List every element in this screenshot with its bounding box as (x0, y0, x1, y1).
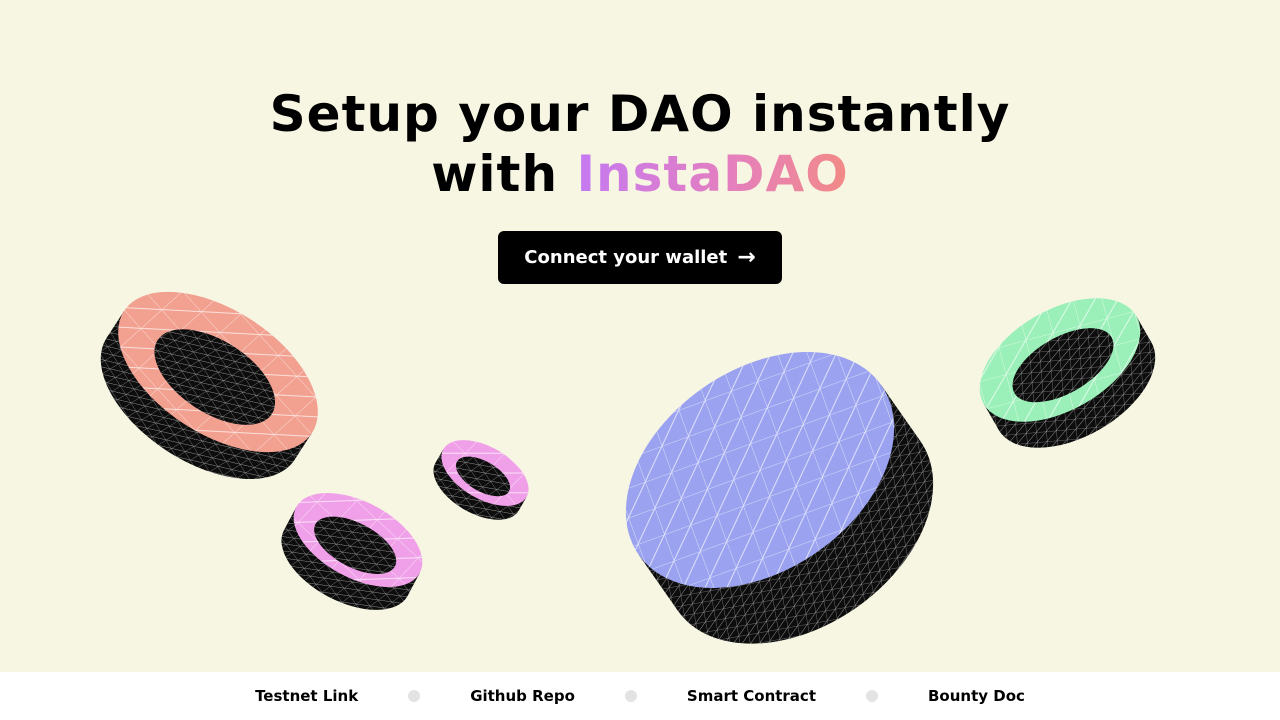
pink-ring-small-shape (433, 440, 529, 520)
salmon-ring-shape (100, 291, 318, 479)
brand-name: InstaDAO (576, 145, 849, 203)
hero-title-line1: Setup your DAO instantly (269, 85, 1011, 143)
arrow-right-icon: → (737, 244, 756, 270)
footer-link-bounty-doc[interactable]: Bounty Doc (928, 687, 1025, 705)
hero-title: Setup your DAO instantly with InstaDAO (0, 84, 1280, 204)
hero-title-with: with (431, 145, 577, 203)
blue-disc-shape (625, 352, 934, 644)
pink-ring-large-shape (281, 493, 423, 610)
footer-link-smart-contract[interactable]: Smart Contract (687, 687, 816, 705)
separator-dot (624, 690, 637, 702)
connect-wallet-button[interactable]: Connect your wallet → (498, 231, 782, 284)
footer-link-github[interactable]: Github Repo (470, 687, 575, 705)
footer-nav: Testnet Link Github Repo Smart Contract … (0, 672, 1280, 720)
footer-link-testnet[interactable]: Testnet Link (255, 687, 358, 705)
green-ring-shape (979, 298, 1156, 448)
separator-dot (866, 690, 878, 702)
connect-wallet-label: Connect your wallet (524, 247, 728, 268)
separator-dot (408, 690, 421, 702)
